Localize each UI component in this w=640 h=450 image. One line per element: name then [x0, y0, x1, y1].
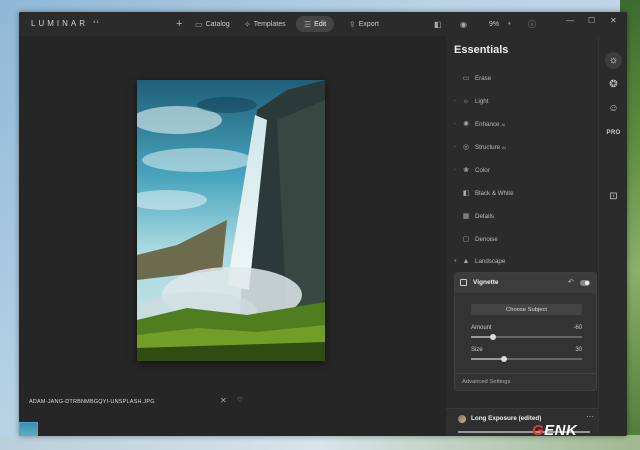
- filmstrip-thumbnail[interactable]: [19, 422, 38, 436]
- details-icon: ▦: [462, 213, 470, 220]
- tool-erase[interactable]: ▭ Erase: [454, 72, 594, 84]
- vignette-title: Vignette: [473, 279, 499, 286]
- portrait-face-icon[interactable]: ☺: [605, 100, 622, 117]
- amount-slider[interactable]: [471, 333, 582, 340]
- color-icon: ❀: [463, 167, 469, 174]
- favorite-button[interactable]: ♡: [237, 396, 243, 404]
- templates-button[interactable]: ✧ Templates: [244, 16, 286, 32]
- chevron-down-icon: ▾: [508, 21, 511, 27]
- compare-button[interactable]: ◧: [434, 16, 442, 32]
- minimize-button[interactable]: —: [566, 16, 574, 25]
- eye-icon: ◉: [460, 19, 467, 29]
- close-icon: ✕: [220, 396, 227, 405]
- templates-icon: ✧: [244, 19, 251, 29]
- waterfall-photo-illustration: [137, 80, 325, 361]
- preset-name[interactable]: Long Exposure (edited): [471, 415, 541, 422]
- essentials-panel: Essentials ▭ Erase › ☼ Light › ✺ Enhance…: [446, 36, 598, 436]
- more-icon[interactable]: ···: [586, 412, 594, 421]
- export-button[interactable]: ⇪ Export: [349, 16, 379, 32]
- tool-enhance[interactable]: › ✺ Enhance AI: [454, 118, 594, 130]
- size-slider-fill: [471, 358, 505, 360]
- amount-slider-handle[interactable]: [490, 333, 497, 340]
- vignette-header[interactable]: Vignette ↶: [455, 273, 596, 293]
- structure-icon: ◎: [462, 144, 470, 151]
- amount-value: -60: [573, 325, 582, 331]
- maximize-icon: ☐: [588, 16, 596, 25]
- size-slider-handle[interactable]: [501, 355, 508, 362]
- tool-black-white[interactable]: ◧ Black & White: [454, 187, 594, 199]
- close-window-button[interactable]: ✕: [610, 16, 617, 25]
- tool-color[interactable]: › ❀ Color: [454, 164, 594, 176]
- tool-details[interactable]: ▦ Details: [454, 210, 594, 222]
- landscape-icon: ▲: [462, 257, 470, 265]
- tool-landscape[interactable]: ▾ ▲ Landscape: [454, 255, 594, 267]
- help-button[interactable]: ⓘ: [528, 16, 536, 32]
- pro-icon[interactable]: PRO: [605, 124, 622, 141]
- creative-palette-icon[interactable]: ❂: [605, 76, 622, 93]
- tool-category-strip: ☼ ❂ ☺ PRO ⊡: [598, 36, 627, 436]
- size-value: 30: [575, 347, 582, 353]
- choose-subject-button[interactable]: Choose Subject: [471, 304, 582, 315]
- image-canvas[interactable]: ADAM-JANG-DTRBNMBGQYI-UNSPLASH.JPG ✕ ♡: [19, 36, 446, 436]
- add-button[interactable]: +: [176, 16, 182, 32]
- export-icon: ⇪: [349, 19, 356, 29]
- zoom-dropdown[interactable]: 9% ▾: [489, 16, 511, 32]
- minimize-icon: —: [566, 16, 574, 25]
- vignette-checkbox-icon[interactable]: [460, 279, 467, 286]
- close-icon: ✕: [610, 16, 617, 25]
- preview-button[interactable]: ◉: [460, 16, 467, 32]
- sliders-icon: ☰: [304, 19, 312, 29]
- advanced-settings-link[interactable]: Advanced Settings: [462, 379, 510, 385]
- preset-thumbnail: [458, 415, 466, 423]
- vignette-toggle[interactable]: [580, 280, 590, 286]
- bw-icon: ◧: [462, 190, 470, 197]
- plus-icon: +: [176, 18, 183, 30]
- canvas-layers-icon[interactable]: ⊡: [605, 188, 622, 205]
- essentials-sun-icon[interactable]: ☼: [605, 52, 622, 69]
- edited-photo[interactable]: [137, 80, 325, 361]
- tool-denoise[interactable]: ▢ Denoise: [454, 233, 594, 245]
- app-logo: LUMINAR 4.1: [31, 19, 99, 28]
- undo-icon[interactable]: ↶: [568, 278, 574, 286]
- folder-icon: ▭: [195, 19, 203, 29]
- tool-light[interactable]: › ☼ Light: [454, 95, 594, 107]
- compare-icon: ◧: [434, 19, 442, 29]
- sun-icon: ☼: [462, 97, 470, 105]
- help-icon: ⓘ: [528, 19, 536, 29]
- tool-structure[interactable]: › ◎ Structure AI: [454, 141, 594, 153]
- edit-tab[interactable]: ☰ Edit: [296, 16, 335, 32]
- amount-label: Amount: [471, 325, 492, 331]
- title-bar: LUMINAR 4.1 + ▭ Catalog ✧ Templates ☰ Ed…: [19, 12, 627, 36]
- erase-icon: ▭: [462, 75, 470, 82]
- divider: [455, 373, 596, 374]
- luminar-window: LUMINAR 4.1 + ▭ Catalog ✧ Templates ☰ Ed…: [19, 12, 627, 436]
- size-slider[interactable]: [471, 355, 582, 362]
- heart-icon: ♡: [237, 397, 244, 404]
- maximize-button[interactable]: ☐: [588, 16, 595, 25]
- genk-watermark-logo: GENK: [532, 422, 578, 439]
- denoise-icon: ▢: [462, 236, 470, 243]
- panel-title: Essentials: [454, 44, 509, 56]
- catalog-button[interactable]: ▭ Catalog: [195, 16, 230, 32]
- reject-button[interactable]: ✕: [220, 396, 227, 405]
- enhance-icon: ✺: [463, 121, 469, 128]
- image-filename: ADAM-JANG-DTRBNMBGQYI-UNSPLASH.JPG: [29, 399, 155, 405]
- size-label: Size: [471, 347, 483, 353]
- vignette-tool: Vignette ↶ Choose Subject Amount -60 Siz…: [454, 272, 597, 391]
